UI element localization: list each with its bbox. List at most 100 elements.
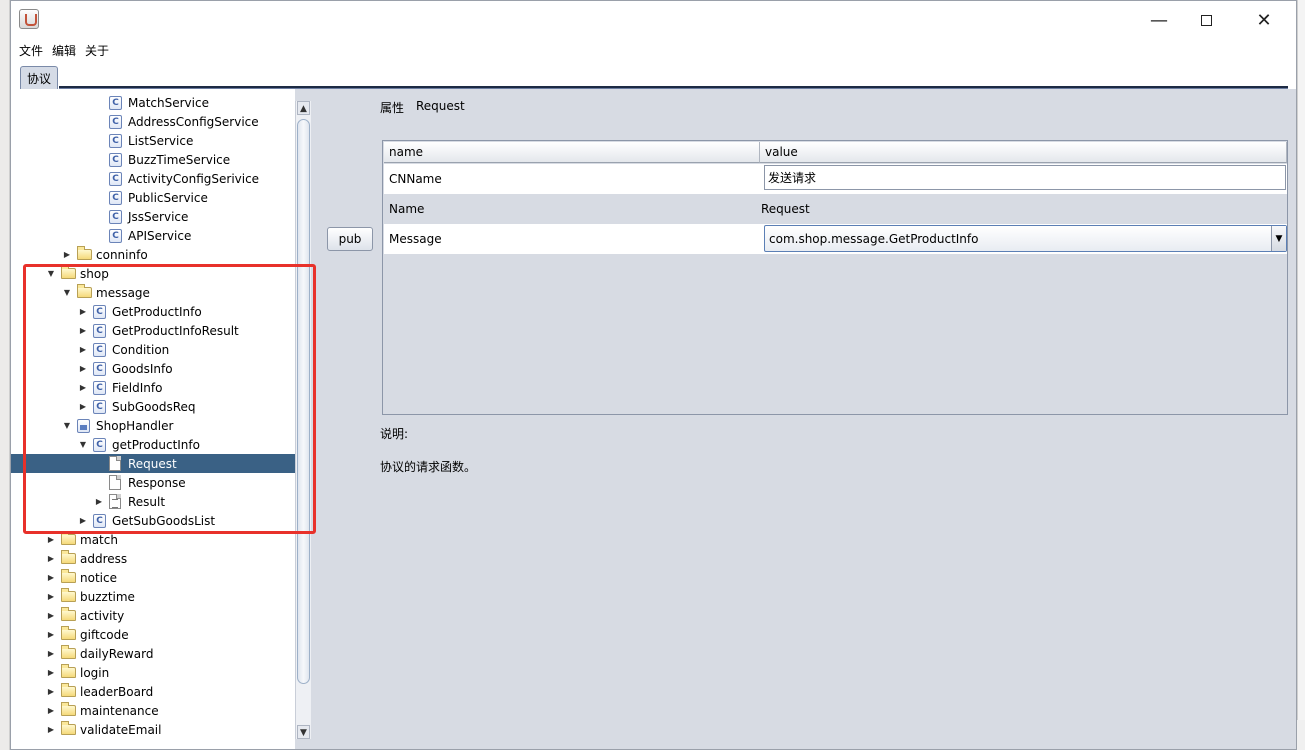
chevron-down-icon[interactable]: ▼ — [1271, 226, 1286, 251]
scrollbar-thumb[interactable] — [297, 119, 310, 684]
expand-arrow-right-icon[interactable]: ▶ — [78, 383, 88, 392]
expand-arrow-right-icon[interactable]: ▶ — [46, 592, 56, 601]
tree-node[interactable]: BuzzTimeService — [11, 150, 295, 169]
tree-node[interactable]: ▼ getProductInfo — [11, 435, 295, 454]
tree-node-label: AddressConfigService — [128, 114, 259, 129]
tree-node[interactable]: ▶ login — [11, 663, 295, 682]
tree-node-label: address — [80, 551, 128, 566]
expand-arrow-right-icon[interactable]: ▶ — [46, 668, 56, 677]
menu-file[interactable]: 文件 — [19, 42, 43, 59]
tree-node[interactable]: ▶ FieldInfo — [11, 378, 295, 397]
java-app-icon — [19, 9, 39, 29]
expand-arrow-right-icon[interactable]: ▶ — [46, 725, 56, 734]
tree-node[interactable]: ▶ maintenance — [11, 701, 295, 720]
expand-arrow-right-icon[interactable]: ▶ — [78, 402, 88, 411]
pub-button[interactable]: pub — [327, 227, 373, 251]
tree-node[interactable]: ▶ conninfo — [11, 245, 295, 264]
tree-node[interactable]: JssService — [11, 207, 295, 226]
tree-node[interactable]: ▶ GetProductInfo — [11, 302, 295, 321]
tree-node[interactable]: ▶ SubGoodsReq — [11, 397, 295, 416]
tab-protocol[interactable]: 协议 — [20, 66, 59, 89]
tree-node[interactable]: ▶ validateEmail — [11, 720, 295, 739]
expand-arrow-right-icon[interactable]: ▶ — [94, 497, 104, 506]
cell-name: CNName — [389, 172, 442, 186]
attributes-title: 属性 — [380, 101, 405, 115]
expand-arrow-right-icon[interactable]: ▶ — [78, 307, 88, 316]
expand-arrow-right-icon[interactable]: ▶ — [78, 364, 88, 373]
expand-arrow-right-icon[interactable]: ▶ — [46, 573, 56, 582]
folder-icon — [61, 683, 76, 697]
expand-arrow-right-icon[interactable]: ▶ — [78, 516, 88, 525]
class-icon — [93, 438, 106, 452]
tree-node[interactable]: AddressConfigService — [11, 112, 295, 131]
tree-node[interactable]: ▶ match — [11, 530, 295, 549]
expand-arrow-right-icon[interactable]: ▶ — [46, 706, 56, 715]
expand-arrow-down-icon[interactable]: ▼ — [62, 421, 72, 430]
menu-edit[interactable]: 编辑 — [52, 42, 76, 59]
table-row-name[interactable]: Name Request — [384, 194, 1287, 224]
folder-icon — [61, 607, 76, 621]
folder-icon — [61, 531, 76, 545]
close-button[interactable]: ✕ — [1241, 1, 1287, 39]
message-select[interactable]: com.shop.message.GetProductInfo ▼ — [764, 225, 1287, 252]
expand-arrow-right-icon[interactable]: ▶ — [46, 687, 56, 696]
cnname-input[interactable]: 发送请求 — [764, 165, 1286, 190]
tree-node-label: message — [96, 285, 150, 300]
tree-node[interactable]: ActivityConfigSerivice — [11, 169, 295, 188]
table-row-cnname[interactable]: CNName 发送请求 — [384, 164, 1287, 194]
tree-node[interactable]: ▶ leaderBoard — [11, 682, 295, 701]
tree-node[interactable]: ▶ dailyReward — [11, 644, 295, 663]
tree-node[interactable]: ▼ shop — [11, 264, 295, 283]
class-icon — [93, 343, 106, 357]
class-icon — [109, 134, 122, 148]
class-icon — [109, 153, 122, 167]
expand-arrow-right-icon[interactable]: ▶ — [46, 630, 56, 639]
table-row-message[interactable]: Message com.shop.message.GetProductInfo … — [384, 224, 1287, 254]
folder-icon — [61, 645, 76, 659]
tree-node[interactable]: ▶ Condition — [11, 340, 295, 359]
maximize-button[interactable] — [1183, 1, 1229, 39]
class-icon — [109, 115, 122, 129]
tree-node[interactable]: Request — [11, 454, 295, 473]
protocol-tree[interactable]: MatchService AddressConfigService ListServ… — [11, 89, 295, 749]
tree-node[interactable]: ▶ notice — [11, 568, 295, 587]
scroll-down-arrow-icon[interactable]: ▼ — [297, 725, 310, 739]
column-header-value[interactable]: value — [760, 142, 1287, 163]
tree-node[interactable]: APIService — [11, 226, 295, 245]
tree-node-label: GoodsInfo — [112, 361, 173, 376]
expand-arrow-right-icon[interactable]: ▶ — [62, 250, 72, 259]
attributes-node-name: Request — [416, 99, 465, 113]
expand-arrow-down-icon[interactable]: ▼ — [62, 288, 72, 297]
tree-node-label: MatchService — [128, 95, 209, 110]
tree-node[interactable]: Response — [11, 473, 295, 492]
expand-arrow-right-icon[interactable]: ▶ — [78, 345, 88, 354]
tree-node[interactable]: ▶ Result — [11, 492, 295, 511]
tree-node[interactable]: ▼ message — [11, 283, 295, 302]
tree-node[interactable]: ▶ address — [11, 549, 295, 568]
tree-node[interactable]: ▶ buzztime — [11, 587, 295, 606]
menu-about[interactable]: 关于 — [85, 42, 109, 59]
tree-node[interactable]: ▶ GoodsInfo — [11, 359, 295, 378]
class-icon — [93, 400, 106, 414]
expand-arrow-right-icon[interactable]: ▶ — [46, 611, 56, 620]
tree-scrollbar[interactable]: ▲ ▼ — [295, 101, 311, 739]
tree-node[interactable]: PublicService — [11, 188, 295, 207]
column-header-name[interactable]: name — [384, 142, 760, 163]
tree-node[interactable]: ▼ ShopHandler — [11, 416, 295, 435]
minimize-button[interactable]: — — [1136, 1, 1182, 39]
expand-arrow-right-icon[interactable]: ▶ — [46, 535, 56, 544]
expand-arrow-down-icon[interactable]: ▼ — [78, 440, 88, 449]
tree-node[interactable]: MatchService — [11, 93, 295, 112]
scroll-up-arrow-icon[interactable]: ▲ — [297, 101, 310, 115]
expand-arrow-right-icon[interactable]: ▶ — [46, 649, 56, 658]
tree-node[interactable]: ListService — [11, 131, 295, 150]
expand-arrow-right-icon[interactable]: ▶ — [46, 554, 56, 563]
tree-node[interactable]: ▶ activity — [11, 606, 295, 625]
expand-arrow-right-icon[interactable]: ▶ — [78, 326, 88, 335]
background-window-strip — [0, 0, 10, 750]
tree-node[interactable]: ▶ GetProductInfoResult — [11, 321, 295, 340]
tree-node[interactable]: ▶ giftcode — [11, 625, 295, 644]
background-window-strip-right — [1297, 0, 1305, 750]
expand-arrow-down-icon[interactable]: ▼ — [46, 269, 56, 278]
tree-node[interactable]: ▶ GetSubGoodsList — [11, 511, 295, 530]
